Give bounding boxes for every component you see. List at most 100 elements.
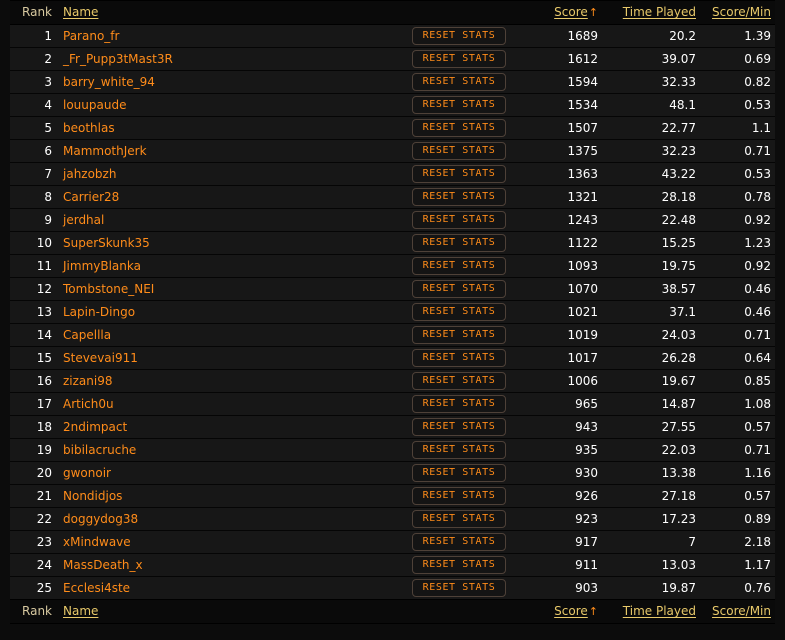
player-name-link[interactable]: Nondidjos: [63, 489, 122, 503]
reset-stats-button[interactable]: RESET STATS: [412, 579, 506, 597]
player-name-link[interactable]: Carrier28: [63, 190, 119, 204]
reset-stats-button[interactable]: RESET STATS: [412, 50, 506, 68]
player-name-link[interactable]: gwonoir: [63, 466, 111, 480]
reset-stats-button[interactable]: RESET STATS: [412, 372, 506, 390]
player-name-link[interactable]: Ecclesi4ste: [63, 581, 130, 595]
reset-stats-button[interactable]: RESET STATS: [412, 96, 506, 114]
player-name-link[interactable]: MassDeath_x: [63, 558, 143, 572]
footer-column-header-score[interactable]: Score↑: [522, 599, 602, 624]
cell-score-per-min: 0.46: [744, 305, 771, 319]
footer-column-header-name-label[interactable]: Name: [63, 604, 98, 618]
table-footer: Rank Name Score↑ Time Played Score/Min: [10, 599, 775, 624]
cell-time-played: 19.87: [661, 581, 696, 595]
footer-column-header-score-per-min[interactable]: Score/Min: [700, 599, 775, 624]
player-name-link[interactable]: bibilacruche: [63, 443, 136, 457]
footer-column-header-score-per-min-label[interactable]: Score/Min: [712, 604, 771, 618]
reset-stats-button[interactable]: RESET STATS: [412, 27, 506, 45]
table-row: 10 SuperSkunk35 RESET STATS 1122 15.25 1.23: [10, 231, 775, 255]
reset-stats-button[interactable]: RESET STATS: [412, 119, 506, 137]
cell-actions: RESET STATS: [410, 232, 522, 255]
table-row: 12 Tombstone_NEI RESET STATS 1070 38.57 0.46: [10, 277, 775, 301]
cell-score: 1017: [567, 351, 598, 365]
reset-stats-button[interactable]: RESET STATS: [412, 349, 506, 367]
column-header-score-per-min[interactable]: Score/Min: [700, 0, 775, 25]
reset-stats-button[interactable]: RESET STATS: [412, 418, 506, 436]
cell-score: 1375: [567, 144, 598, 158]
column-header-score-label[interactable]: Score: [554, 5, 588, 19]
reset-stats-button[interactable]: RESET STATS: [412, 441, 506, 459]
player-name-link[interactable]: xMindwave: [63, 535, 131, 549]
cell-player-name: louupaude: [58, 94, 410, 117]
reset-stats-button[interactable]: RESET STATS: [412, 533, 506, 551]
reset-stats-button[interactable]: RESET STATS: [412, 464, 506, 482]
footer-column-header-time-played[interactable]: Time Played: [602, 599, 700, 624]
column-header-name[interactable]: Name: [58, 0, 410, 25]
reset-stats-button[interactable]: RESET STATS: [412, 165, 506, 183]
cell-actions: RESET STATS: [410, 577, 522, 600]
table-row: 18 2ndimpact RESET STATS 943 27.55 0.57: [10, 415, 775, 439]
footer-column-header-score-label[interactable]: Score: [554, 604, 588, 618]
reset-stats-button[interactable]: RESET STATS: [412, 395, 506, 413]
reset-stats-button[interactable]: RESET STATS: [412, 303, 506, 321]
cell-score-per-min: 1.16: [744, 466, 771, 480]
reset-stats-button[interactable]: RESET STATS: [412, 487, 506, 505]
reset-stats-button[interactable]: RESET STATS: [412, 326, 506, 344]
reset-stats-button[interactable]: RESET STATS: [412, 510, 506, 528]
cell-score-per-min: 0.76: [744, 581, 771, 595]
cell-player-name: 2ndimpact: [58, 416, 410, 439]
cell-score-per-min: 0.82: [744, 75, 771, 89]
column-header-time-played[interactable]: Time Played: [602, 0, 700, 25]
player-name-link[interactable]: Stevevai911: [63, 351, 138, 365]
player-name-link[interactable]: jahzobzh: [63, 167, 116, 181]
player-name-link[interactable]: beothlas: [63, 121, 115, 135]
player-name-link[interactable]: 2ndimpact: [63, 420, 127, 434]
player-name-link[interactable]: doggydog38: [63, 512, 138, 526]
player-name-link[interactable]: Lapin-Dingo: [63, 305, 135, 319]
column-header-time-played-label[interactable]: Time Played: [623, 5, 696, 19]
player-name-link[interactable]: barry_white_94: [63, 75, 155, 89]
cell-rank: 7: [44, 167, 52, 181]
player-name-link[interactable]: jerdhal: [63, 213, 104, 227]
column-header-rank-label: Rank: [22, 5, 52, 19]
cell-actions: RESET STATS: [410, 25, 522, 48]
cell-actions: RESET STATS: [410, 255, 522, 278]
column-header-score-per-min-label[interactable]: Score/Min: [712, 5, 771, 19]
reset-stats-button[interactable]: RESET STATS: [412, 211, 506, 229]
cell-score: 1070: [567, 282, 598, 296]
player-name-link[interactable]: Artich0u: [63, 397, 114, 411]
reset-stats-button[interactable]: RESET STATS: [412, 280, 506, 298]
player-name-link[interactable]: _Fr_Pupp3tMast3R: [63, 52, 173, 66]
cell-time-played: 15.25: [661, 236, 696, 250]
cell-score-per-min: 0.53: [744, 167, 771, 181]
column-header-name-label[interactable]: Name: [63, 5, 98, 19]
cell-player-name: Lapin-Dingo: [58, 301, 410, 324]
table-row: 17 Artich0u RESET STATS 965 14.87 1.08: [10, 392, 775, 416]
cell-score: 1243: [567, 213, 598, 227]
table-row: 20 gwonoir RESET STATS 930 13.38 1.16: [10, 461, 775, 485]
cell-player-name: xMindwave: [58, 531, 410, 554]
player-name-link[interactable]: louupaude: [63, 98, 126, 112]
cell-rank: 21: [36, 489, 52, 503]
cell-player-name: Stevevai911: [58, 347, 410, 370]
footer-column-header-time-played-label[interactable]: Time Played: [623, 604, 696, 618]
footer-column-header-name[interactable]: Name: [58, 599, 410, 624]
player-name-link[interactable]: Capellla: [63, 328, 111, 342]
reset-stats-button[interactable]: RESET STATS: [412, 73, 506, 91]
reset-stats-button[interactable]: RESET STATS: [412, 188, 506, 206]
reset-stats-button[interactable]: RESET STATS: [412, 556, 506, 574]
reset-stats-button[interactable]: RESET STATS: [412, 234, 506, 252]
player-name-link[interactable]: JimmyBlanka: [63, 259, 141, 273]
player-name-link[interactable]: Tombstone_NEI: [63, 282, 154, 296]
player-name-link[interactable]: Parano_fr: [63, 29, 119, 43]
reset-stats-button[interactable]: RESET STATS: [412, 257, 506, 275]
cell-rank: 4: [44, 98, 52, 112]
player-name-link[interactable]: zizani98: [63, 374, 113, 388]
cell-player-name: beothlas: [58, 117, 410, 140]
column-header-score[interactable]: Score↑: [522, 0, 602, 25]
cell-actions: RESET STATS: [410, 324, 522, 347]
player-name-link[interactable]: SuperSkunk35: [63, 236, 150, 250]
player-name-link[interactable]: MammothJerk: [63, 144, 147, 158]
reset-stats-button[interactable]: RESET STATS: [412, 142, 506, 160]
table-row: 6 MammothJerk RESET STATS 1375 32.23 0.71: [10, 139, 775, 163]
cell-actions: RESET STATS: [410, 163, 522, 186]
